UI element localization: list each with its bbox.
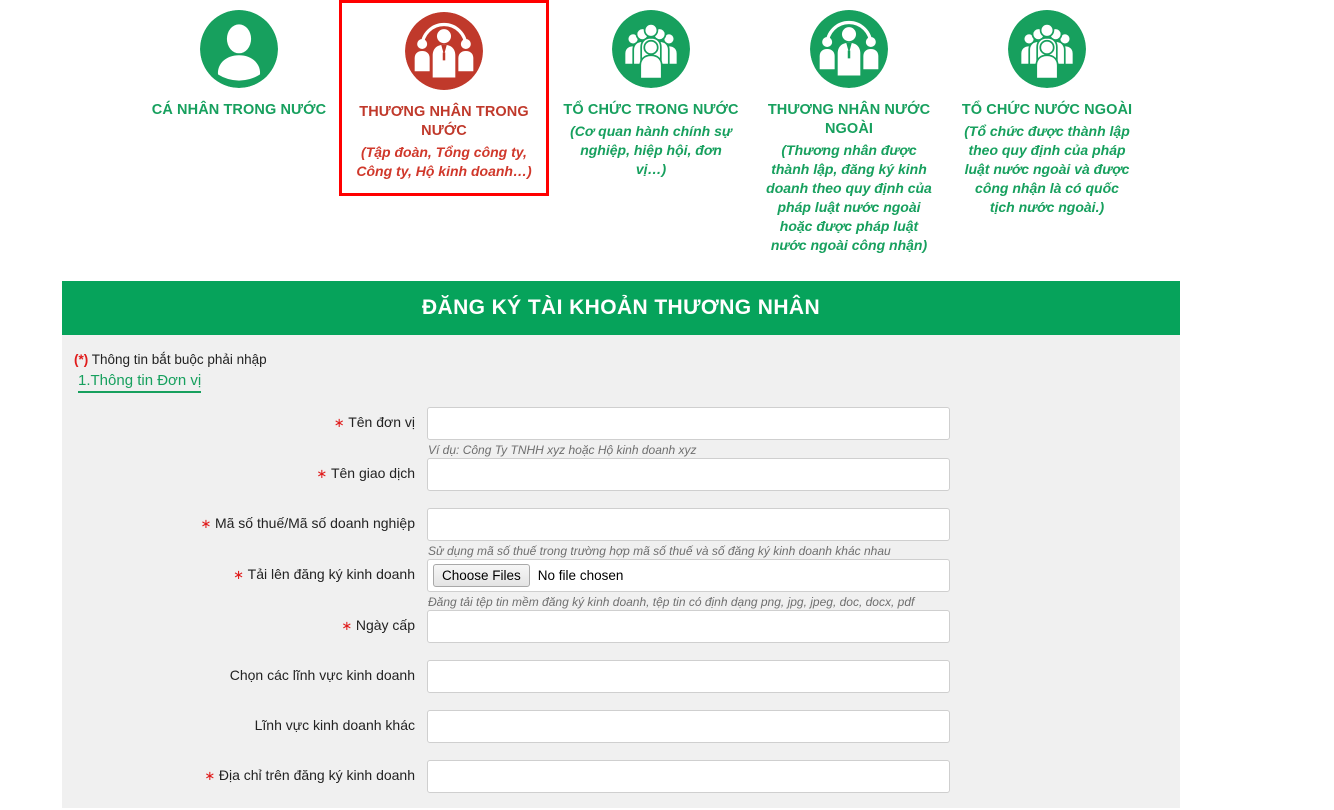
- required-marker-icon: ∗: [341, 618, 356, 633]
- account-type-option-1[interactable]: THƯƠNG NHÂN TRONG NƯỚC (Tập đoàn, Tổng cô…: [339, 0, 549, 196]
- field-hint: Ví dụ: Công Ty TNHH xyz hoặc Hộ kinh doa…: [428, 443, 697, 457]
- file-upload-input[interactable]: Choose Files No file chosen: [427, 559, 950, 592]
- field-control: Sử dụng mã số thuế trong trường hợp mã s…: [427, 508, 950, 559]
- account-type-subtitle: (Tập đoàn, Tổng công ty, Công ty, Hộ kin…: [356, 144, 532, 179]
- required-marker-icon: ∗: [316, 466, 331, 481]
- page-title: ĐĂNG KÝ TÀI KHOẢN THƯƠNG NHÂN: [421, 296, 821, 319]
- field-control: [427, 760, 950, 810]
- required-marker-icon: ∗: [200, 516, 215, 531]
- field-label-text: Tên đơn vị: [348, 414, 415, 430]
- field-spacer: [427, 743, 950, 760]
- text-input[interactable]: [427, 508, 950, 541]
- text-input[interactable]: [427, 610, 950, 643]
- field-label: ∗ Tải lên đăng ký kinh doanh: [62, 559, 427, 583]
- account-type-subtitle: (Thương nhân được thành lập, đăng ký kin…: [766, 142, 932, 253]
- field-spacer: [427, 693, 950, 710]
- field-label: ∗ Ngày cấp: [62, 610, 427, 634]
- field-label-text: Tải lên đăng ký kinh doanh: [247, 566, 415, 582]
- field-hint: Đăng tải tệp tin mềm đăng ký kinh doanh,…: [428, 595, 915, 609]
- form-header-bar: ĐĂNG KÝ TÀI KHOẢN THƯƠNG NHÂN: [62, 281, 1180, 335]
- choose-files-button[interactable]: Choose Files: [433, 564, 530, 587]
- section-heading-unit-info: 1.Thông tin Đơn vị: [78, 372, 202, 393]
- account-type-title: CÁ NHÂN TRONG NƯỚC: [151, 102, 327, 118]
- account-type-title: TỔ CHỨC TRONG NƯỚC: [563, 102, 739, 118]
- field-label-text: Mã số thuế/Mã số doanh nghiệp: [214, 515, 415, 531]
- field-label: ∗ Tên giao dịch: [62, 458, 427, 482]
- form-field-row: ∗ Tên đơn vị Ví dụ: Công Ty TNHH xyz hoặc…: [62, 407, 1180, 458]
- field-hint: Sử dụng mã số thuế trong trường hợp mã s…: [428, 544, 891, 558]
- form-field-row: ∗ Tải lên đăng ký kinh doanh Choose Files…: [62, 559, 1180, 610]
- form-field-row: Lĩnh vực kinh doanh khác: [62, 710, 1180, 760]
- account-type-option-2[interactable]: TỔ CHỨC TRONG NƯỚC (Cơ quan hành chính sự…: [552, 0, 750, 179]
- text-input[interactable]: [427, 660, 950, 693]
- required-marker-icon: ∗: [333, 415, 349, 430]
- form-field-row: ∗ Ngày cấp: [62, 610, 1180, 660]
- crowd-group-icon: [612, 10, 690, 88]
- field-label: Chọn các lĩnh vực kinh doanh: [62, 660, 427, 684]
- account-type-option-3[interactable]: THƯƠNG NHÂN NƯỚC NGOÀI (Thương nhân được …: [750, 0, 948, 255]
- field-label-text: Chọn các lĩnh vực kinh doanh: [229, 667, 415, 683]
- account-type-title: TỔ CHỨC NƯỚC NGOÀI: [961, 102, 1133, 118]
- field-control: [427, 458, 950, 508]
- account-type-option-4[interactable]: TỔ CHỨC NƯỚC NGOÀI (Tổ chức được thành lậ…: [948, 0, 1146, 217]
- account-type-option-0[interactable]: CÁ NHÂN TRONG NƯỚC: [140, 0, 338, 120]
- field-control: Choose Files No file chosen Đăng tải tệp t…: [427, 559, 950, 610]
- field-label-text: Lĩnh vực kinh doanh khác: [254, 717, 415, 733]
- field-label: ∗ Tên đơn vị: [62, 407, 427, 431]
- account-type-chooser: CÁ NHÂN TRONG NƯỚC THƯƠNG NHÂN TRONG NƯỚC…: [0, 0, 1334, 275]
- field-control: Ví dụ: Công Ty TNHH xyz hoặc Hộ kinh doa…: [427, 407, 950, 458]
- three-people-arc-icon: [810, 10, 888, 88]
- form-field-row: ∗ Địa chỉ trên đăng ký kinh doanh: [62, 760, 1180, 810]
- file-status-text: No file chosen: [537, 568, 624, 583]
- account-type-subtitle: (Cơ quan hành chính sự nghiệp, hiệp hội,…: [570, 123, 732, 177]
- field-label-text: Ngày cấp: [355, 617, 415, 633]
- form-fields-list: ∗ Tên đơn vị Ví dụ: Công Ty TNHH xyz hoặc…: [62, 407, 1180, 810]
- required-star: (*): [74, 352, 89, 367]
- account-type-title: THƯƠNG NHÂN NƯỚC NGOÀI: [767, 102, 931, 137]
- field-spacer: [427, 793, 950, 810]
- text-input[interactable]: [427, 710, 950, 743]
- required-marker-icon: ∗: [204, 768, 219, 783]
- text-input[interactable]: [427, 407, 950, 440]
- field-spacer: [427, 643, 950, 660]
- field-label-text: Tên giao dịch: [330, 465, 415, 481]
- person-single-icon: [200, 10, 278, 88]
- required-note-text: Thông tin bắt buộc phải nhập: [91, 352, 267, 367]
- field-spacer: [427, 491, 950, 508]
- required-marker-icon: ∗: [233, 567, 248, 582]
- three-people-arc-icon: [405, 12, 483, 90]
- field-label: ∗ Mã số thuế/Mã số doanh nghiệp: [62, 508, 427, 532]
- form-field-row: Chọn các lĩnh vực kinh doanh: [62, 660, 1180, 710]
- field-control: [427, 710, 950, 760]
- field-control: [427, 610, 950, 660]
- registration-form-panel: ĐĂNG KÝ TÀI KHOẢN THƯƠNG NHÂN (*) Thông …: [62, 281, 1180, 808]
- crowd-group-icon: [1008, 10, 1086, 88]
- account-type-subtitle: (Tổ chức được thành lập theo quy định củ…: [964, 123, 1130, 215]
- field-label-text: Địa chỉ trên đăng ký kinh doanh: [218, 767, 415, 783]
- field-label: ∗ Địa chỉ trên đăng ký kinh doanh: [62, 760, 427, 784]
- field-label: Lĩnh vực kinh doanh khác: [62, 710, 427, 734]
- account-type-title: THƯƠNG NHÂN TRONG NƯỚC: [359, 104, 529, 139]
- text-input[interactable]: [427, 760, 950, 793]
- text-input[interactable]: [427, 458, 950, 491]
- required-info-note: (*) Thông tin bắt buộc phải nhập: [74, 352, 1180, 367]
- form-field-row: ∗ Tên giao dịch: [62, 458, 1180, 508]
- field-control: [427, 660, 950, 710]
- form-field-row: ∗ Mã số thuế/Mã số doanh nghiệp Sử dụng m…: [62, 508, 1180, 559]
